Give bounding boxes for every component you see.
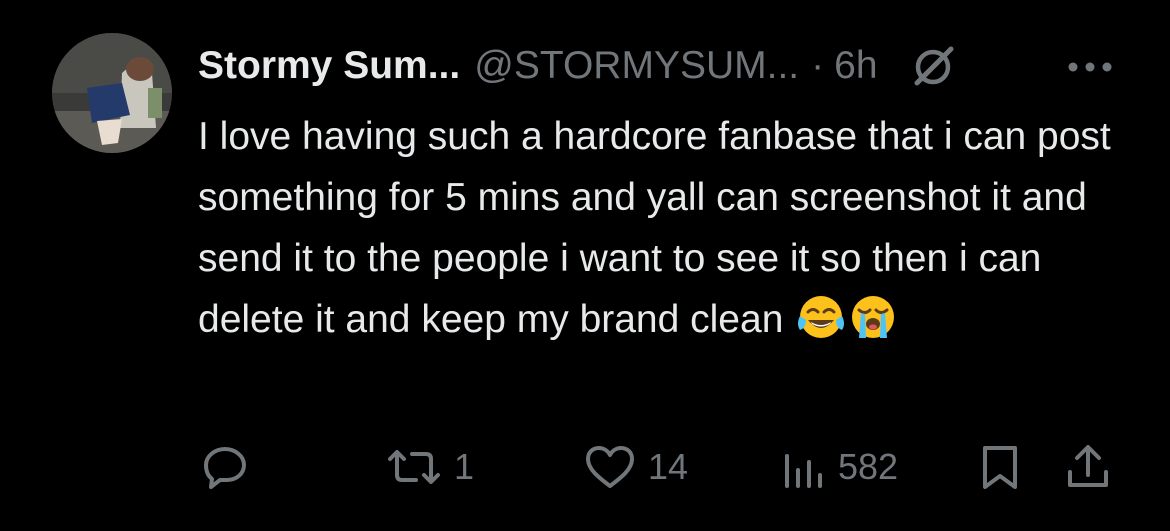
more-icon[interactable] <box>1065 52 1115 82</box>
action-bar: 1 14 582 <box>0 435 1170 499</box>
reply-icon[interactable] <box>200 442 250 492</box>
bookmark-icon[interactable] <box>975 442 1025 492</box>
tweet-text-content: I love having such a hardcore fanbase th… <box>198 115 1122 341</box>
timestamp[interactable]: 6h <box>834 44 877 88</box>
bookmark-button[interactable] <box>975 435 1025 499</box>
grok-icon[interactable] <box>908 41 958 91</box>
retweet-icon[interactable] <box>384 442 444 492</box>
retweet-count: 1 <box>454 446 475 487</box>
share-icon[interactable] <box>1063 442 1113 492</box>
like-button[interactable]: 14 <box>582 435 688 499</box>
display-name[interactable]: Stormy Sum... <box>198 44 460 88</box>
views-count: 582 <box>838 446 899 487</box>
loudly-crying-face-icon <box>848 292 898 342</box>
tweet-text: I love having such a hardcore fanbase th… <box>198 106 1128 350</box>
views-button[interactable]: 582 <box>778 435 898 499</box>
user-handle[interactable]: @STORMYSUM... <box>474 44 799 88</box>
views-icon[interactable] <box>778 442 828 492</box>
retweet-button[interactable]: 1 <box>384 435 474 499</box>
tweet-header: Stormy Sum... @STORMYSUM... · 6h <box>198 38 958 94</box>
separator-dot: · <box>811 44 825 87</box>
heart-icon[interactable] <box>582 442 638 492</box>
reply-button[interactable] <box>200 435 260 499</box>
tweet[interactable]: Stormy Sum... @STORMYSUM... · 6h I love … <box>0 0 1170 531</box>
avatar[interactable] <box>52 33 172 153</box>
share-button[interactable] <box>1063 435 1113 499</box>
face-with-tears-of-joy-icon <box>796 292 846 342</box>
like-count: 14 <box>648 446 689 487</box>
